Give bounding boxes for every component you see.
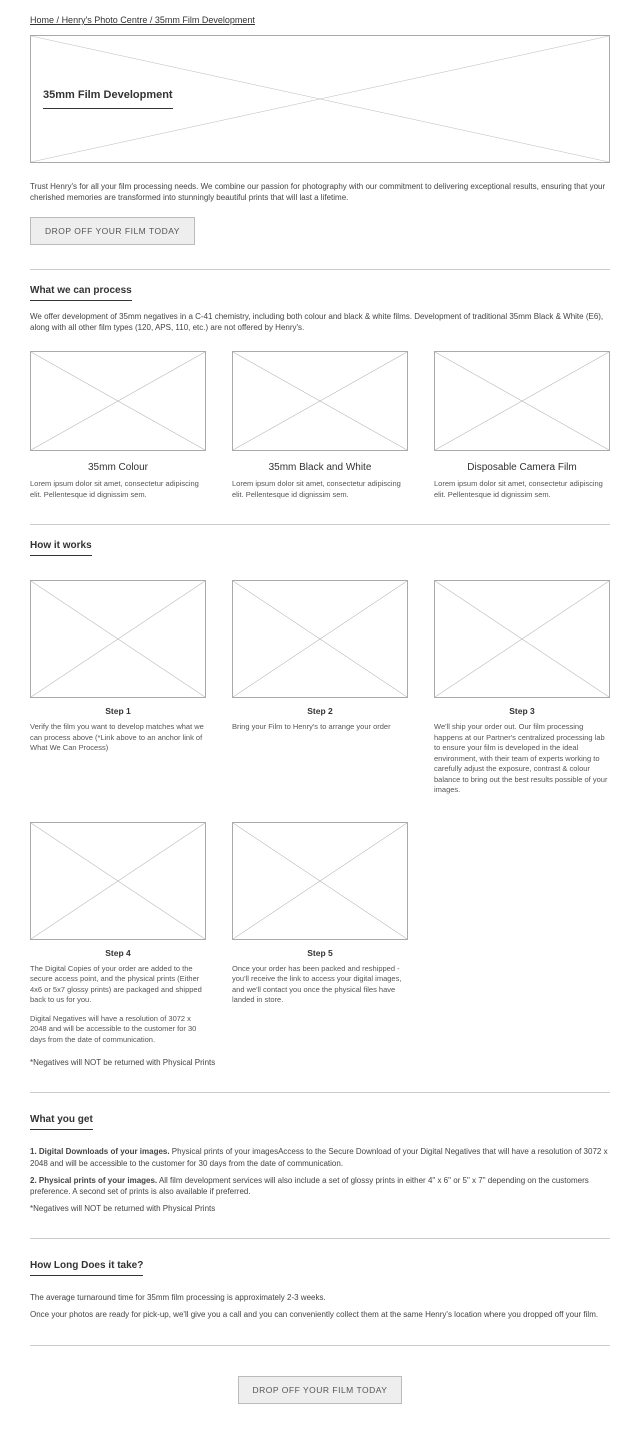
process-item: 35mm Black and White Lorem ipsum dolor s… <box>232 351 408 500</box>
crumb-sep: / <box>150 15 153 25</box>
section-heading-get: What you get <box>30 1113 93 1130</box>
how-grid: Step 1 Verify the film you want to devel… <box>30 580 610 795</box>
process-item: Disposable Camera Film Lorem ipsum dolor… <box>434 351 610 500</box>
process-item-title: 35mm Colour <box>30 461 206 475</box>
process-item-desc: Lorem ipsum dolor sit amet, consectetur … <box>232 479 408 500</box>
process-body: We offer development of 35mm negatives i… <box>30 311 610 333</box>
drop-off-button[interactable]: DROP OFF YOUR FILM TODAY <box>30 217 195 245</box>
step-label: Step 5 <box>232 948 408 960</box>
long-p2: Once your photos are ready for pick-up, … <box>30 1309 610 1320</box>
long-body: The average turnaround time for 35mm fil… <box>30 1292 610 1320</box>
divider <box>30 524 610 525</box>
process-item-desc: Lorem ipsum dolor sit amet, consectetur … <box>30 479 206 500</box>
how-grid-2: Step 4 The Digital Copies of your order … <box>30 822 610 1045</box>
step-desc: Verify the film you want to develop matc… <box>30 722 206 754</box>
process-item: 35mm Colour Lorem ipsum dolor sit amet, … <box>30 351 206 500</box>
step-item: Step 4 The Digital Copies of your order … <box>30 822 206 1045</box>
step-desc: We'll ship your order out. Our film proc… <box>434 722 610 796</box>
crumb-sep: / <box>57 15 60 25</box>
get-p2-bold: 2. Physical prints of your images. <box>30 1176 157 1185</box>
get-body: 1. Digital Downloads of your images. Phy… <box>30 1146 610 1214</box>
process-grid: 35mm Colour Lorem ipsum dolor sit amet, … <box>30 351 610 500</box>
process-item-title: Disposable Camera Film <box>434 461 610 475</box>
placeholder-image <box>232 351 408 451</box>
placeholder-image <box>30 580 206 698</box>
divider <box>30 1238 610 1239</box>
step-item: Step 2 Bring your Film to Henry's to arr… <box>232 580 408 795</box>
section-heading-how: How it works <box>30 539 92 556</box>
process-item-title: 35mm Black and White <box>232 461 408 475</box>
crumb-home[interactable]: Home <box>30 15 54 25</box>
placeholder-image <box>30 351 206 451</box>
step-desc: Bring your Film to Henry's to arrange yo… <box>232 722 408 733</box>
crumb-centre[interactable]: Henry's Photo Centre <box>62 15 148 25</box>
section-heading-long: How Long Does it take? <box>30 1259 143 1276</box>
step-desc-extra: Digital Negatives will have a resolution… <box>30 1014 206 1046</box>
breadcrumb: Home / Henry's Photo Centre / 35mm Film … <box>30 14 610 27</box>
placeholder-image <box>232 580 408 698</box>
placeholder-image <box>30 822 206 940</box>
crumb-current: 35mm Film Development <box>155 15 255 25</box>
intro-text: Trust Henry's for all your film processi… <box>30 181 610 203</box>
step-label: Step 1 <box>30 706 206 718</box>
process-item-desc: Lorem ipsum dolor sit amet, consectetur … <box>434 479 610 500</box>
placeholder-image <box>434 580 610 698</box>
step-item: Step 5 Once your order has been packed a… <box>232 822 408 1045</box>
step-desc: The Digital Copies of your order are add… <box>30 964 206 1006</box>
section-heading-process: What we can process <box>30 284 132 301</box>
placeholder-image <box>434 351 610 451</box>
divider <box>30 269 610 270</box>
drop-off-button-bottom[interactable]: DROP OFF YOUR FILM TODAY <box>238 1376 403 1404</box>
step-item: Step 1 Verify the film you want to devel… <box>30 580 206 795</box>
step-label: Step 2 <box>232 706 408 718</box>
page-title: 35mm Film Development <box>43 88 173 108</box>
step-desc: Once your order has been packed and resh… <box>232 964 408 1006</box>
how-note: *Negatives will NOT be returned with Phy… <box>30 1057 610 1068</box>
divider <box>30 1092 610 1093</box>
step-label: Step 3 <box>434 706 610 718</box>
step-item: Step 3 We'll ship your order out. Our fi… <box>434 580 610 795</box>
long-p1: The average turnaround time for 35mm fil… <box>30 1292 610 1303</box>
hero-banner: 35mm Film Development <box>30 35 610 163</box>
placeholder-image <box>232 822 408 940</box>
get-p1-bold: 1. Digital Downloads of your images. <box>30 1147 170 1156</box>
step-label: Step 4 <box>30 948 206 960</box>
divider <box>30 1345 610 1346</box>
get-note: *Negatives will NOT be returned with Phy… <box>30 1203 610 1214</box>
